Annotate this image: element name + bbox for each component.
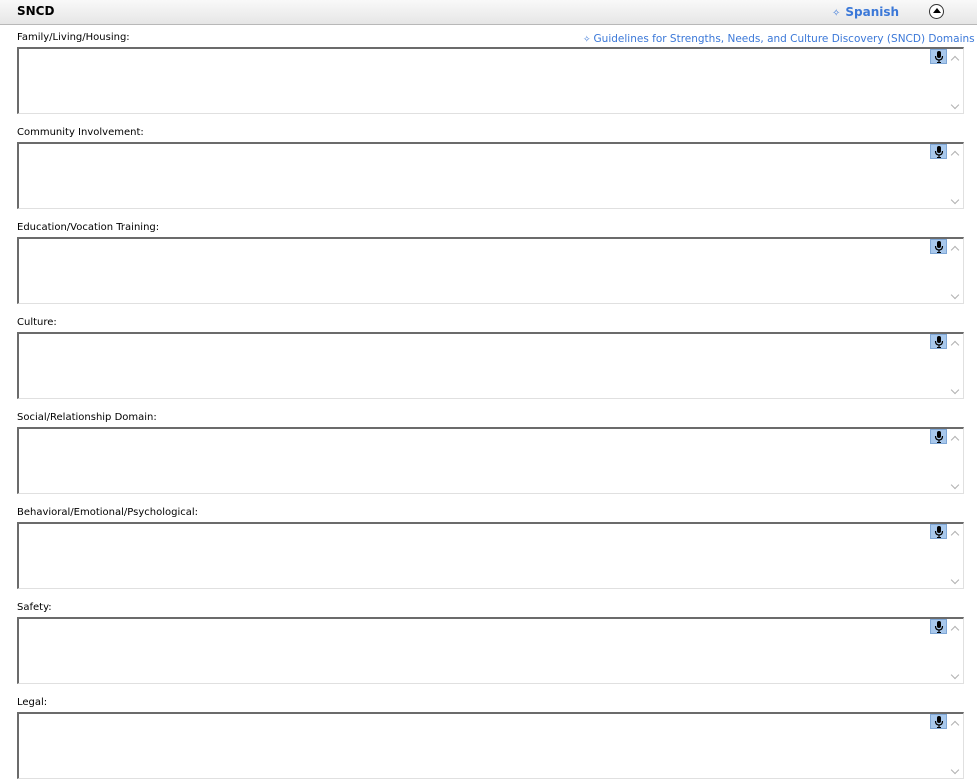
field-box — [17, 522, 964, 589]
microphone-icon[interactable] — [930, 144, 947, 159]
spanish-link-label: Spanish — [845, 5, 900, 19]
microphone-icon[interactable] — [930, 334, 947, 349]
scroll-up-icon[interactable] — [951, 434, 959, 442]
microphone-icon[interactable] — [930, 619, 947, 634]
scroll-down-icon[interactable] — [951, 197, 959, 205]
field-textarea[interactable] — [19, 49, 947, 113]
field-box — [17, 712, 964, 779]
field-textarea[interactable] — [19, 524, 947, 588]
field-label: Legal: — [17, 697, 48, 708]
field-textarea[interactable] — [19, 429, 947, 493]
scroll-down-icon[interactable] — [951, 387, 959, 395]
microphone-icon[interactable] — [930, 524, 947, 539]
field-box — [17, 47, 964, 114]
guidelines-link-label: Guidelines for Strengths, Needs, and Cul… — [593, 33, 975, 45]
scroll-up-icon[interactable] — [951, 149, 959, 157]
field-label: Behavioral/Emotional/Psychological: — [17, 507, 199, 518]
field-textarea[interactable] — [19, 334, 947, 398]
field-box — [17, 617, 964, 684]
scroll-up-icon[interactable] — [951, 339, 959, 347]
microphone-icon[interactable] — [930, 239, 947, 254]
section-header: SNCD ✧ Spanish — [0, 0, 977, 25]
spanish-link[interactable]: ✧ Spanish — [832, 5, 899, 19]
field-label: Safety: — [17, 602, 52, 613]
scrollbar[interactable] — [947, 524, 963, 588]
four-point-star-icon: ✧ — [583, 35, 591, 45]
field-textarea[interactable] — [19, 714, 947, 778]
microphone-icon[interactable] — [930, 49, 947, 64]
scroll-down-icon[interactable] — [951, 577, 959, 585]
scroll-down-icon[interactable] — [951, 102, 959, 110]
four-point-star-icon: ✧ — [832, 8, 841, 19]
scroll-up-icon[interactable] — [951, 54, 959, 62]
guidelines-link[interactable]: ✧ Guidelines for Strengths, Needs, and Cu… — [583, 33, 975, 45]
field-label: Family/Living/Housing: — [17, 32, 130, 43]
scrollbar[interactable] — [947, 429, 963, 493]
microphone-icon[interactable] — [930, 714, 947, 729]
scrollbar[interactable] — [947, 239, 963, 303]
field-label: Social/Relationship Domain: — [17, 412, 157, 423]
field-label: Education/Vocation Training: — [17, 222, 160, 233]
field-box — [17, 237, 964, 304]
scroll-down-icon[interactable] — [951, 672, 959, 680]
scrollbar[interactable] — [947, 714, 963, 778]
scroll-down-icon[interactable] — [951, 767, 959, 775]
scroll-up-icon[interactable] — [951, 719, 959, 727]
scroll-up-icon[interactable] — [951, 244, 959, 252]
section-title: SNCD — [17, 4, 55, 18]
collapse-section-button[interactable] — [929, 4, 944, 19]
scroll-down-icon[interactable] — [951, 482, 959, 490]
scrollbar[interactable] — [947, 49, 963, 113]
microphone-icon[interactable] — [930, 429, 947, 444]
scroll-up-icon[interactable] — [951, 529, 959, 537]
field-textarea[interactable] — [19, 619, 947, 683]
scroll-down-icon[interactable] — [951, 292, 959, 300]
scrollbar[interactable] — [947, 619, 963, 683]
scroll-up-icon[interactable] — [951, 624, 959, 632]
field-box — [17, 332, 964, 399]
field-box — [17, 427, 964, 494]
field-label: Culture: — [17, 317, 57, 328]
field-box — [17, 142, 964, 209]
field-textarea[interactable] — [19, 239, 947, 303]
field-textarea[interactable] — [19, 144, 947, 208]
scrollbar[interactable] — [947, 144, 963, 208]
field-label: Community Involvement: — [17, 127, 144, 138]
scrollbar[interactable] — [947, 334, 963, 398]
